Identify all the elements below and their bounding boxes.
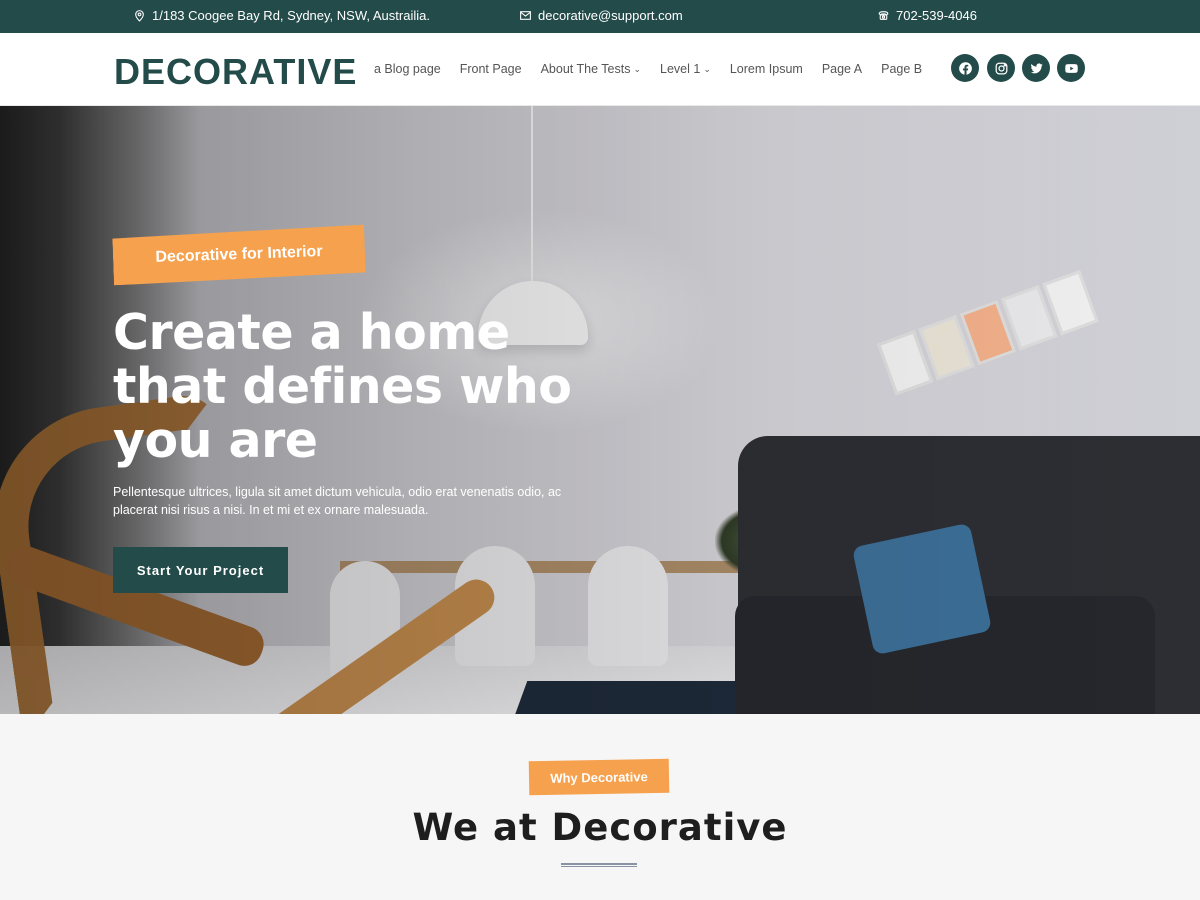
hero-title: Create a home that defines who you are [113, 304, 572, 469]
address-text: 1/183 Coogee Bay Rd, Sydney, NSW, Austra… [152, 8, 430, 23]
email-link[interactable]: decorative@support.com [538, 8, 683, 23]
hero-description: Pellentesque ultrices, ligula sit amet d… [113, 485, 562, 517]
nav-item-level-1[interactable]: Level 1 ⌄ [660, 62, 711, 76]
nav-item-lorem-ipsum[interactable]: Lorem Ipsum [730, 62, 803, 76]
nav-label: Page B [881, 62, 923, 76]
chevron-down-icon: ⌄ [703, 63, 711, 74]
nav-label: Level 1 [660, 62, 701, 76]
site-header: DECORATIVE a Blog page Front Page About … [0, 33, 1200, 106]
address-item: 1/183 Coogee Bay Rd, Sydney, NSW, Austra… [133, 8, 430, 23]
youtube-icon[interactable] [1057, 54, 1085, 82]
nav-label: a Blog page [374, 62, 441, 76]
instagram-icon[interactable] [987, 54, 1015, 82]
nav-item-page-b[interactable]: Page B [881, 62, 922, 76]
hero-banner: Decorative for Interior Create a home th… [0, 106, 1200, 714]
twitter-icon[interactable] [1022, 54, 1050, 82]
site-logo[interactable]: DECORATIVE [114, 51, 357, 93]
nav-item-about-the-tests[interactable]: About The Tests ⌄ [541, 62, 641, 76]
nav-item-front-page[interactable]: Front Page [460, 62, 522, 76]
envelope-icon [520, 11, 531, 20]
why-tag: Why Decorative [528, 758, 670, 796]
nav-label: About The Tests [540, 62, 631, 76]
location-pin-icon [135, 10, 144, 22]
nav-label: Lorem Ipsum [729, 62, 803, 76]
email-item[interactable]: decorative@support.com [519, 8, 683, 23]
phone-item[interactable]: 702-539-4046 [877, 8, 977, 23]
phone-link[interactable]: 702-539-4046 [896, 8, 977, 23]
top-contact-bar: 1/183 Coogee Bay Rd, Sydney, NSW, Austra… [0, 0, 1200, 33]
nav-label: Page A [821, 62, 863, 76]
title-divider [561, 863, 637, 867]
main-nav: a Blog page Front Page About The Tests ⌄ … [374, 62, 922, 76]
why-section: Why Decorative We at Decorative [0, 714, 1200, 900]
nav-label: Front Page [459, 62, 522, 76]
chevron-down-icon: ⌄ [633, 63, 641, 74]
facebook-icon[interactable] [951, 54, 979, 82]
phone-icon [878, 11, 889, 20]
nav-item-page-a[interactable]: Page A [822, 62, 862, 76]
start-project-button[interactable]: Start Your Project [113, 547, 288, 593]
why-title: We at Decorative [412, 806, 788, 849]
nav-item-blog[interactable]: a Blog page [374, 62, 441, 76]
